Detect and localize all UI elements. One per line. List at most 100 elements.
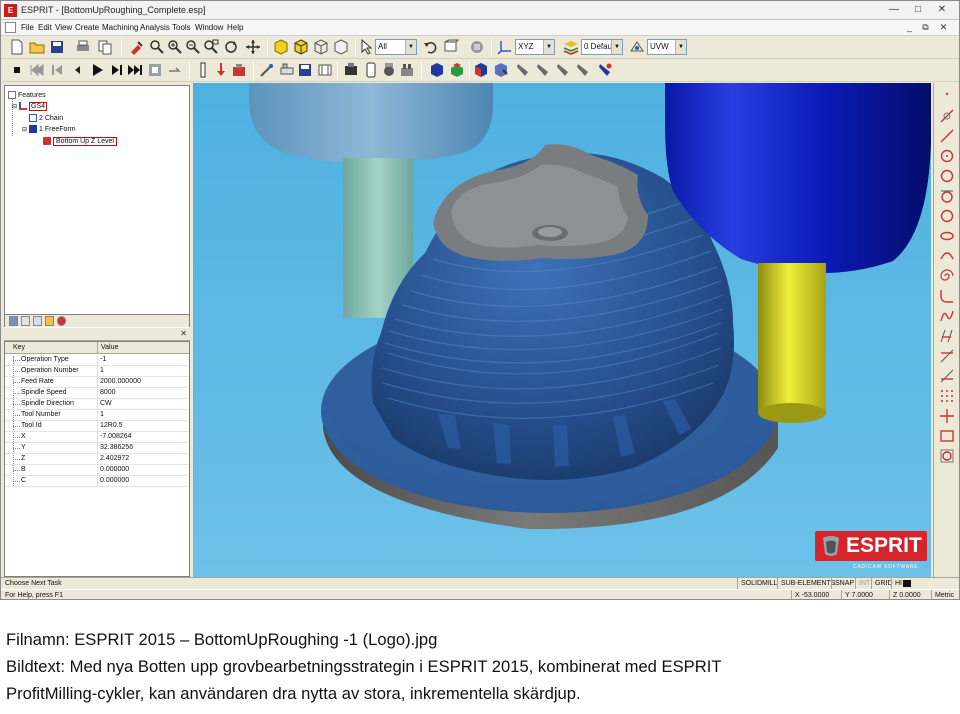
workplane-set-icon[interactable] bbox=[629, 39, 645, 55]
menu-help[interactable]: Help bbox=[227, 23, 243, 32]
workplane-icon[interactable] bbox=[443, 39, 459, 55]
line-tangent-icon[interactable] bbox=[938, 107, 956, 125]
fillet-icon[interactable] bbox=[938, 287, 956, 305]
wireframe-icon[interactable] bbox=[313, 39, 329, 55]
property-row[interactable]: Z 2.402972 bbox=[5, 454, 189, 465]
rotate-icon[interactable] bbox=[223, 39, 239, 55]
property-value[interactable]: 1 bbox=[100, 410, 104, 420]
mdi-minimize-button[interactable]: _ bbox=[903, 21, 916, 34]
circle-rect-icon[interactable] bbox=[938, 447, 956, 465]
hidden-line-icon[interactable] bbox=[333, 39, 349, 55]
circle-three-point-icon[interactable] bbox=[938, 207, 956, 225]
tab-operations-icon[interactable] bbox=[21, 316, 30, 326]
copy-icon[interactable] bbox=[97, 39, 113, 55]
property-row[interactable]: Feed Rate 2000.000000 bbox=[5, 377, 189, 388]
tool-path-c-icon[interactable] bbox=[555, 62, 571, 78]
menu-machining[interactable]: Machining bbox=[102, 23, 138, 32]
spline-icon[interactable] bbox=[938, 307, 956, 325]
save-icon[interactable] bbox=[49, 39, 65, 55]
tree-node-chain[interactable]: 2 Chain bbox=[29, 113, 63, 124]
machine-setup-icon[interactable] bbox=[259, 62, 275, 78]
workplane-combo[interactable]: UVW ▼ bbox=[647, 39, 687, 55]
panel-splitter[interactable]: ✕ bbox=[4, 327, 190, 341]
menu-create[interactable]: Create bbox=[75, 23, 99, 32]
mode-snap[interactable]: SNAP bbox=[831, 578, 854, 589]
tab-features-icon[interactable] bbox=[9, 316, 18, 326]
tool-path-a-icon[interactable] bbox=[515, 62, 531, 78]
phone-icon[interactable] bbox=[363, 62, 379, 78]
property-value[interactable]: 0.000000 bbox=[100, 476, 129, 486]
new-file-icon[interactable] bbox=[9, 39, 25, 55]
property-row[interactable]: Operation Number 1 bbox=[5, 366, 189, 377]
fixture-icon[interactable] bbox=[317, 62, 333, 78]
clamp-icon[interactable] bbox=[279, 62, 295, 78]
property-row[interactable]: C 0.000000 bbox=[5, 476, 189, 487]
mdi-restore-button[interactable]: ⧉ bbox=[919, 21, 932, 34]
play-icon[interactable] bbox=[89, 62, 105, 78]
property-value[interactable]: 32.386256 bbox=[100, 443, 133, 453]
property-value[interactable]: 1 bbox=[100, 366, 104, 376]
save-stock-icon[interactable] bbox=[297, 62, 313, 78]
menu-tools[interactable]: Tools bbox=[172, 23, 191, 32]
property-value[interactable]: 2.402972 bbox=[100, 454, 129, 464]
close-icon[interactable]: ✕ bbox=[180, 329, 187, 338]
turret-icon[interactable] bbox=[343, 62, 359, 78]
key-column-header[interactable]: Key bbox=[13, 343, 25, 353]
mdi-close-button[interactable]: ✕ bbox=[937, 21, 950, 34]
extend-icon[interactable] bbox=[938, 367, 956, 385]
tool-path-colored-icon[interactable] bbox=[597, 62, 613, 78]
stock-compare-icon[interactable] bbox=[493, 62, 509, 78]
menu-window[interactable]: Window bbox=[195, 23, 223, 32]
simulation-settings-icon[interactable] bbox=[147, 62, 163, 78]
minimize-button[interactable]: — bbox=[883, 3, 905, 18]
expand-icon[interactable]: ⊟ bbox=[12, 102, 19, 113]
property-row[interactable]: Spindle Speed 8000 bbox=[5, 388, 189, 399]
undo-icon[interactable] bbox=[423, 39, 439, 55]
circle-icon[interactable] bbox=[938, 167, 956, 185]
value-column-header[interactable]: Value bbox=[101, 343, 118, 353]
zoom-icon[interactable] bbox=[149, 39, 165, 55]
arc-icon[interactable] bbox=[938, 247, 956, 265]
axes-icon[interactable] bbox=[497, 39, 513, 55]
property-row[interactable]: X -7.008264 bbox=[5, 432, 189, 443]
ellipse-icon[interactable] bbox=[938, 227, 956, 245]
spiral-icon[interactable] bbox=[938, 267, 956, 285]
open-folder-icon[interactable] bbox=[29, 39, 45, 55]
green-cube-icon[interactable] bbox=[449, 62, 465, 78]
multicolor-cube-icon[interactable] bbox=[473, 62, 489, 78]
property-value[interactable]: 2000.000000 bbox=[100, 377, 141, 387]
point-icon[interactable] bbox=[938, 85, 956, 103]
select-pointer-icon[interactable] bbox=[359, 39, 375, 55]
menu-file[interactable]: File bbox=[21, 23, 34, 32]
menu-analysis[interactable]: Analysis bbox=[140, 23, 170, 32]
tool-path-d-icon[interactable] bbox=[575, 62, 591, 78]
blue-cube-icon[interactable] bbox=[429, 62, 445, 78]
circle-center-icon[interactable] bbox=[938, 147, 956, 165]
stop-icon[interactable] bbox=[469, 39, 485, 55]
tree-node-operation[interactable]: Bottom Up Z Level bbox=[43, 136, 117, 147]
property-row[interactable]: Tool Id 12R0.5 bbox=[5, 421, 189, 432]
rewind-icon[interactable] bbox=[29, 62, 45, 78]
menu-view[interactable]: View bbox=[55, 23, 72, 32]
tab-layers-icon[interactable] bbox=[33, 316, 42, 326]
zoom-in-icon[interactable] bbox=[167, 39, 183, 55]
line-icon[interactable] bbox=[938, 127, 956, 145]
property-value[interactable]: 12R0.5 bbox=[100, 421, 123, 431]
machine-icon[interactable] bbox=[399, 62, 415, 78]
property-row[interactable]: Tool Number 1 bbox=[5, 410, 189, 421]
tool-down-icon[interactable] bbox=[213, 62, 229, 78]
mode-sub-elements[interactable]: SUB-ELEMENTS bbox=[777, 578, 835, 589]
step-back-small-icon[interactable] bbox=[69, 62, 85, 78]
property-value[interactable]: 0.000000 bbox=[100, 465, 129, 475]
tab-machine-icon[interactable] bbox=[57, 316, 66, 326]
zoom-out-icon[interactable] bbox=[185, 39, 201, 55]
paint-icon[interactable] bbox=[129, 39, 145, 55]
esprit-app-icon[interactable]: E bbox=[4, 4, 17, 17]
stop-simulation-icon[interactable] bbox=[9, 62, 25, 78]
tree-node-gs4[interactable]: ⊟ GS4 bbox=[12, 101, 48, 113]
mode-grid[interactable]: GRID bbox=[871, 578, 893, 589]
column-divider[interactable] bbox=[97, 342, 98, 354]
tree-node-freeform[interactable]: ⊟ 1 FreeForm bbox=[22, 124, 76, 135]
trim-icon[interactable] bbox=[938, 347, 956, 365]
tool-path-b-icon[interactable] bbox=[535, 62, 551, 78]
